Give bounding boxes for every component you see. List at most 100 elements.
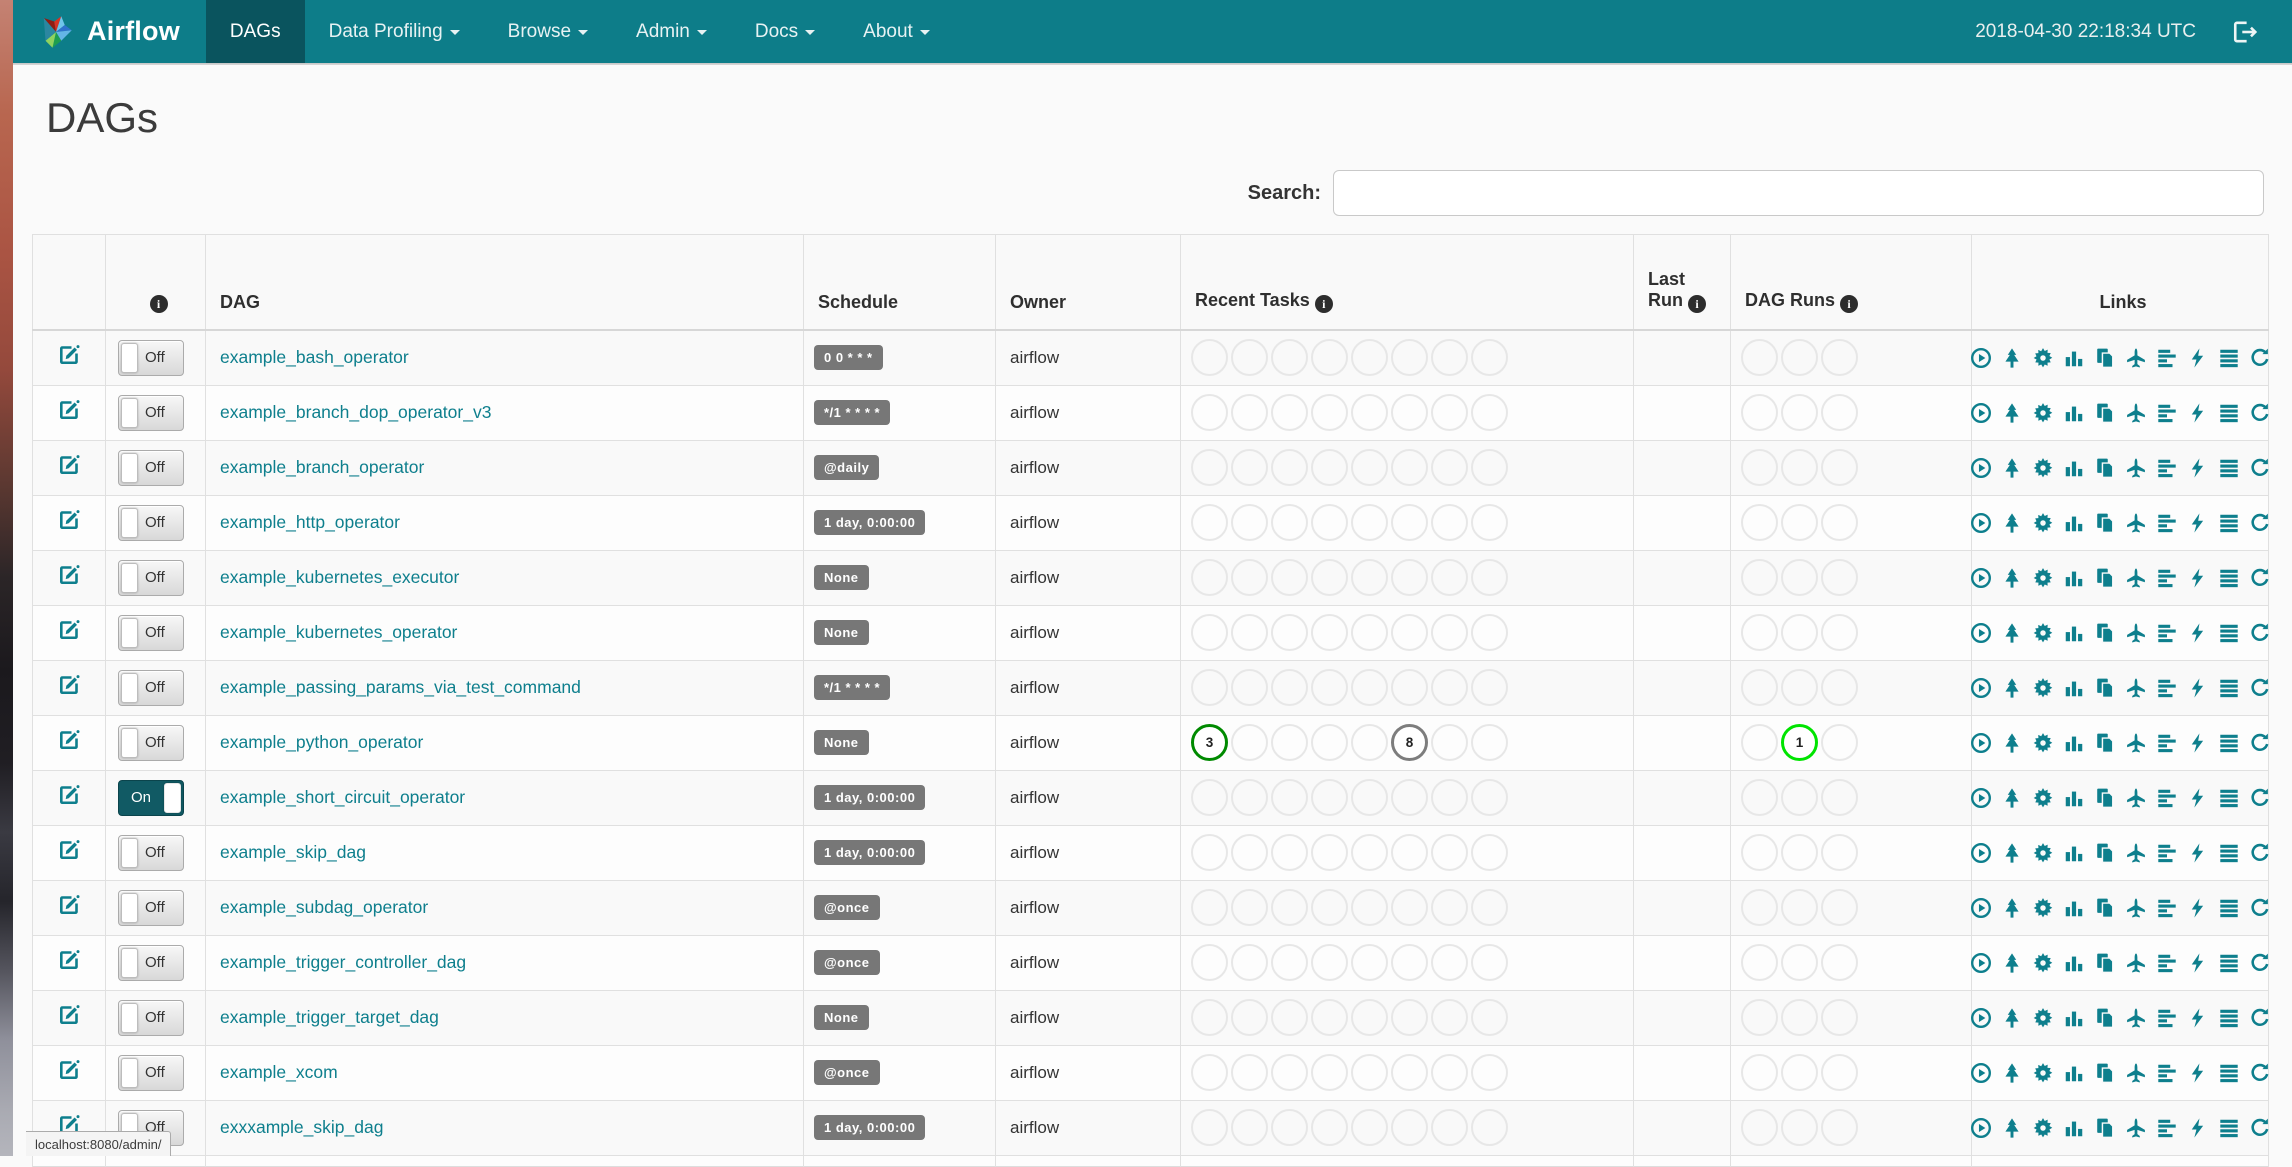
nav-item-dags[interactable]: DAGs [205, 0, 305, 63]
play-circle-icon[interactable] [1970, 512, 1992, 534]
bar-chart-icon[interactable] [2063, 842, 2085, 864]
tree-icon[interactable] [2001, 567, 2023, 589]
nav-item-admin[interactable]: Admin [612, 0, 731, 63]
flash-icon[interactable] [2187, 732, 2209, 754]
refresh-icon[interactable] [2249, 787, 2271, 809]
align-justify-icon[interactable] [2218, 402, 2240, 424]
search-input[interactable] [1333, 170, 2264, 216]
align-justify-icon[interactable] [2218, 897, 2240, 919]
duplicate-icon[interactable] [2094, 897, 2116, 919]
bar-chart-icon[interactable] [2063, 1062, 2085, 1084]
bar-chart-icon[interactable] [2063, 567, 2085, 589]
refresh-icon[interactable] [2249, 1007, 2271, 1029]
bar-chart-icon[interactable] [2063, 732, 2085, 754]
align-justify-icon[interactable] [2218, 787, 2240, 809]
dag-pause-toggle[interactable]: Off [118, 834, 184, 871]
align-left-icon[interactable] [2156, 787, 2178, 809]
duplicate-icon[interactable] [2094, 952, 2116, 974]
bar-chart-icon[interactable] [2063, 952, 2085, 974]
edit-dag-icon[interactable] [57, 728, 81, 752]
burst-icon[interactable] [2032, 842, 2054, 864]
refresh-icon[interactable] [2249, 347, 2271, 369]
dag-link[interactable]: example_branch_operator [206, 457, 424, 478]
flash-icon[interactable] [2187, 567, 2209, 589]
tree-icon[interactable] [2001, 842, 2023, 864]
header-owner[interactable]: Owner [995, 234, 1181, 331]
tree-icon[interactable] [2001, 732, 2023, 754]
edit-dag-icon[interactable] [57, 783, 81, 807]
refresh-icon[interactable] [2249, 567, 2271, 589]
play-circle-icon[interactable] [1970, 1062, 1992, 1084]
dag-pause-toggle[interactable]: Off [118, 504, 184, 541]
refresh-icon[interactable] [2249, 732, 2271, 754]
flash-icon[interactable] [2187, 952, 2209, 974]
tree-icon[interactable] [2001, 1117, 2023, 1139]
align-left-icon[interactable] [2156, 677, 2178, 699]
align-justify-icon[interactable] [2218, 677, 2240, 699]
bar-chart-icon[interactable] [2063, 897, 2085, 919]
dag-link[interactable]: example_skip_dag [206, 842, 366, 863]
refresh-icon[interactable] [2249, 457, 2271, 479]
burst-icon[interactable] [2032, 732, 2054, 754]
bar-chart-icon[interactable] [2063, 1007, 2085, 1029]
edit-dag-icon[interactable] [57, 673, 81, 697]
play-circle-icon[interactable] [1970, 402, 1992, 424]
task-count-circle[interactable]: 8 [1391, 724, 1428, 761]
nav-item-browse[interactable]: Browse [484, 0, 612, 63]
dag-link[interactable]: example_branch_dop_operator_v3 [206, 402, 491, 423]
dag-link[interactable]: example_kubernetes_executor [206, 567, 459, 588]
edit-dag-icon[interactable] [57, 343, 81, 367]
dag-link[interactable]: exxxample_skip_dag [206, 1117, 383, 1138]
plane-icon[interactable] [2125, 1007, 2147, 1029]
burst-icon[interactable] [2032, 567, 2054, 589]
duplicate-icon[interactable] [2094, 512, 2116, 534]
dag-link[interactable]: example_python_operator [206, 732, 423, 753]
burst-icon[interactable] [2032, 677, 2054, 699]
flash-icon[interactable] [2187, 1062, 2209, 1084]
dag-link[interactable]: example_trigger_target_dag [206, 1007, 439, 1028]
play-circle-icon[interactable] [1970, 787, 1992, 809]
bar-chart-icon[interactable] [2063, 402, 2085, 424]
bar-chart-icon[interactable] [2063, 512, 2085, 534]
flash-icon[interactable] [2187, 897, 2209, 919]
flash-icon[interactable] [2187, 347, 2209, 369]
edit-dag-icon[interactable] [57, 453, 81, 477]
flash-icon[interactable] [2187, 677, 2209, 699]
play-circle-icon[interactable] [1970, 677, 1992, 699]
align-justify-icon[interactable] [2218, 1062, 2240, 1084]
plane-icon[interactable] [2125, 732, 2147, 754]
tree-icon[interactable] [2001, 1007, 2023, 1029]
flash-icon[interactable] [2187, 622, 2209, 644]
align-justify-icon[interactable] [2218, 347, 2240, 369]
align-justify-icon[interactable] [2218, 1117, 2240, 1139]
dag-link[interactable]: example_trigger_controller_dag [206, 952, 466, 973]
tree-icon[interactable] [2001, 512, 2023, 534]
align-justify-icon[interactable] [2218, 622, 2240, 644]
plane-icon[interactable] [2125, 1062, 2147, 1084]
flash-icon[interactable] [2187, 1007, 2209, 1029]
dag-link[interactable]: example_xcom [206, 1062, 338, 1083]
plane-icon[interactable] [2125, 347, 2147, 369]
align-left-icon[interactable] [2156, 567, 2178, 589]
dag-link[interactable]: example_passing_params_via_test_command [206, 677, 581, 698]
flash-icon[interactable] [2187, 457, 2209, 479]
plane-icon[interactable] [2125, 512, 2147, 534]
plane-icon[interactable] [2125, 842, 2147, 864]
align-left-icon[interactable] [2156, 1117, 2178, 1139]
play-circle-icon[interactable] [1970, 897, 1992, 919]
dag-pause-toggle[interactable]: Off [118, 889, 184, 926]
play-circle-icon[interactable] [1970, 457, 1992, 479]
duplicate-icon[interactable] [2094, 842, 2116, 864]
dag-pause-toggle[interactable]: Off [118, 394, 184, 431]
play-circle-icon[interactable] [1970, 1117, 1992, 1139]
nav-item-about[interactable]: About [839, 0, 954, 63]
plane-icon[interactable] [2125, 402, 2147, 424]
nav-item-data-profiling[interactable]: Data Profiling [305, 0, 484, 63]
logout-icon[interactable] [2232, 19, 2258, 45]
dag-link[interactable]: example_subdag_operator [206, 897, 428, 918]
burst-icon[interactable] [2032, 402, 2054, 424]
play-circle-icon[interactable] [1970, 842, 1992, 864]
refresh-icon[interactable] [2249, 1062, 2271, 1084]
align-justify-icon[interactable] [2218, 732, 2240, 754]
edit-dag-icon[interactable] [57, 563, 81, 587]
